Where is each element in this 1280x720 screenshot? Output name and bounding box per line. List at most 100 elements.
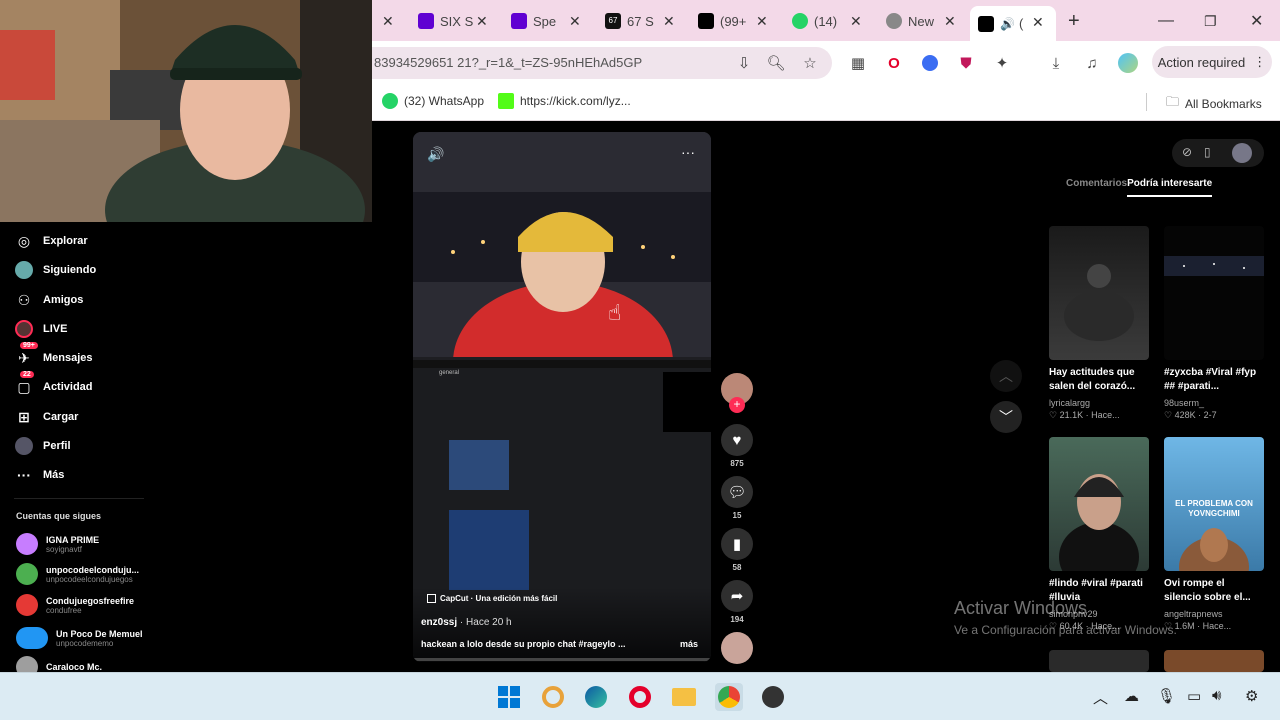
account-item[interactable]: Un Poco De Memuel unpocodememo [16, 625, 143, 651]
file-explorer-icon[interactable] [670, 683, 698, 711]
profile-avatar-icon[interactable] [1118, 53, 1138, 73]
save-button[interactable]: ▮ 58 [721, 528, 753, 572]
profile-avatar-icon[interactable] [1232, 143, 1252, 163]
bookmark-divider [1146, 93, 1147, 111]
account-item[interactable]: Condujuegosfreefire condufree [16, 592, 134, 618]
nav-explorar[interactable]: ◎ Explorar [14, 229, 88, 253]
tab-six[interactable]: SIX S ✕ [418, 8, 498, 34]
close-icon[interactable]: ✕ [382, 13, 394, 30]
nav-cargar[interactable]: ⊞ Cargar [14, 405, 78, 429]
tab-whatsapp[interactable]: (14) ✕ [792, 8, 872, 34]
share-count: 194 [730, 615, 744, 624]
search-app-icon[interactable] [539, 683, 567, 711]
minimize-button[interactable]: — [1158, 8, 1174, 34]
nav-actividad[interactable]: ▢ 22 Actividad [14, 371, 93, 399]
rec-video-title[interactable]: #zyxcba #Viral #fyp ## #parati... [1164, 366, 1264, 394]
mobile-icon[interactable]: ▯ [1204, 145, 1211, 159]
nav-mensajes[interactable]: ✈ 99+ Mensajes [14, 342, 93, 370]
obs-icon[interactable] [759, 683, 787, 711]
tab-67[interactable]: 67 67 S ✕ [605, 8, 685, 34]
edge-icon[interactable] [582, 683, 610, 711]
close-icon[interactable]: ✕ [1032, 14, 1044, 31]
rec-video-title[interactable]: Hay actitudes que salen del corazó... [1049, 366, 1149, 394]
capcut-banner[interactable]: CapCut · Una edición más fácil [427, 594, 557, 603]
bookmark-kick[interactable]: https://kick.com/lyz... [498, 93, 631, 109]
tab-tiktok-1[interactable]: (99+ ✕ [698, 8, 778, 34]
new-tab-button[interactable]: + [1068, 8, 1080, 34]
nav-perfil[interactable]: Perfil [14, 434, 71, 458]
media-control-icon[interactable]: ♫ [1082, 53, 1102, 73]
recommended-video-thumb[interactable]: EL PROBLEMA CON YOVNGCHIMI [1164, 437, 1264, 571]
previous-video-button[interactable]: ︿ [990, 360, 1022, 392]
zoom-icon[interactable]: 🔍︎ [766, 53, 786, 73]
share-button[interactable]: ➦ 194 [721, 580, 753, 624]
like-button[interactable]: ♥ 875 [721, 424, 753, 468]
notifications-icon[interactable]: ⚙ [1245, 687, 1258, 705]
all-bookmarks[interactable]: 🗀 All Bookmarks [1166, 93, 1262, 115]
volume-icon[interactable]: 🔊 [427, 146, 444, 163]
account-name: Caraloco Mc. [46, 662, 103, 672]
compass-icon[interactable]: ⊘ [1182, 145, 1192, 159]
extension-blue-icon[interactable] [922, 55, 938, 71]
restore-button[interactable]: ❐ [1204, 8, 1217, 34]
action-required-button[interactable]: Action required ⋮ [1152, 46, 1272, 78]
address-bar[interactable]: 83934529651 21?_r=1&_t=ZS-95nHEhAd5GP [372, 47, 832, 79]
tab-new[interactable]: New ✕ [886, 8, 966, 34]
display-icon[interactable]: ▭ [1187, 687, 1201, 705]
microphone-icon[interactable]: 🎙︎ [1157, 687, 1176, 705]
caption-more-button[interactable]: más [680, 639, 698, 649]
install-app-icon[interactable]: ⇩ [734, 53, 754, 73]
recommended-video-thumb[interactable] [1049, 437, 1149, 571]
creator-avatar-button[interactable]: + [721, 373, 753, 421]
kebab-menu-icon: ⋮ [1253, 54, 1267, 69]
recommended-video-thumb[interactable] [1164, 226, 1264, 360]
comment-button[interactable]: 💬︎ 15 [721, 476, 753, 520]
video-author[interactable]: enz0ssj [421, 617, 457, 628]
window-close-button[interactable]: ✕ [1250, 8, 1263, 34]
recommended-video-thumb[interactable] [1049, 650, 1149, 672]
tab-tiktok-active[interactable]: 🔊 ( ✕ [970, 6, 1056, 41]
nav-live[interactable]: LIVE [14, 317, 67, 341]
volume-icon[interactable]: 🔊︎ [1212, 687, 1221, 704]
next-video-button[interactable]: ﹀ [990, 401, 1022, 433]
follow-plus-icon[interactable]: + [729, 397, 745, 413]
close-icon[interactable]: ✕ [944, 13, 956, 30]
sound-disc-button[interactable] [721, 632, 753, 664]
video-more-icon[interactable]: ··· [681, 144, 695, 160]
extensions-puzzle-icon[interactable]: ✦ [992, 53, 1012, 73]
tab-spe[interactable]: Spe ✕ [511, 8, 591, 34]
nav-label: LIVE [43, 323, 68, 335]
chrome-icon[interactable] [715, 683, 743, 711]
tab-label: (14) [814, 13, 838, 29]
rec-video-title[interactable]: Ovi rompe el silencio sobre el... [1164, 577, 1264, 605]
video-player[interactable]: 🔊 ··· general CapCut · Una edición más f… [413, 132, 711, 662]
tab-comentarios[interactable]: Comentarios [1066, 178, 1127, 197]
recommended-video-thumb[interactable] [1049, 226, 1149, 360]
download-icon[interactable]: ⤓ [1046, 53, 1066, 73]
close-icon[interactable]: ✕ [476, 13, 488, 30]
close-icon[interactable]: ✕ [850, 13, 862, 30]
close-icon[interactable]: ✕ [663, 13, 675, 30]
qr-icon[interactable]: ▦ [848, 53, 868, 73]
bookmark-star-icon[interactable]: ☆ [800, 53, 820, 73]
nav-mas[interactable]: ··· Más [14, 463, 64, 487]
close-icon[interactable]: ✕ [569, 13, 581, 30]
recommended-video-thumb[interactable] [1164, 650, 1264, 672]
account-item[interactable]: unpocodeelconduju... unpocodeelcondujuego… [16, 561, 139, 587]
account-item[interactable]: IGNA PRIME soyignavtf [16, 531, 99, 557]
opera-icon[interactable] [626, 683, 654, 711]
tab-podria-interesarte[interactable]: Podría interesarte [1127, 178, 1213, 197]
shield-extension-icon[interactable]: ⛊ [956, 53, 976, 73]
opera-extension-icon[interactable]: O [884, 53, 904, 73]
tab-label: Spe [533, 13, 557, 29]
sidebar-divider [14, 498, 144, 499]
tray-chevron-up-icon[interactable]: ︿ [1093, 687, 1108, 708]
bookmark-whatsapp[interactable]: (32) WhatsApp [382, 93, 484, 109]
onedrive-icon[interactable]: ☁ [1124, 687, 1139, 705]
windows-start-icon[interactable] [495, 683, 523, 711]
close-icon[interactable]: ✕ [756, 13, 768, 30]
nav-amigos[interactable]: ⚇ Amigos [14, 288, 84, 312]
nav-siguiendo[interactable]: Siguiendo [14, 258, 96, 282]
thumb-image [1064, 264, 1134, 341]
video-progress-track[interactable] [413, 658, 711, 661]
